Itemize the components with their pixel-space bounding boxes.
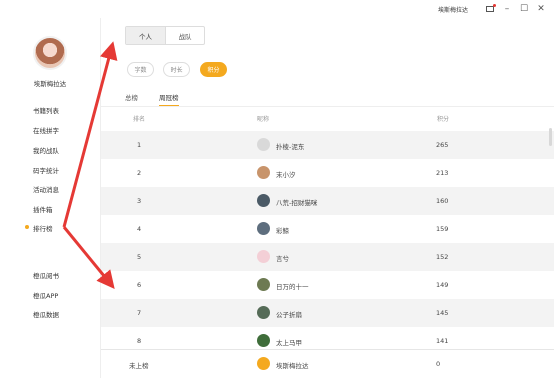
my-name: 埃斯梅拉达 [276, 362, 309, 370]
row-rank: 6 [137, 281, 142, 289]
row-name: 扑棱-泥东 [276, 143, 305, 151]
main-panel: 个人 战队 字数 时长 积分 总榜 周冠榜 排名 昵称 积分 1 扑棱-泥东 2… [100, 18, 554, 378]
row-score: 145 [436, 309, 449, 317]
row-name: 日万的十一 [276, 283, 309, 291]
row-score: 149 [436, 281, 449, 289]
table-row[interactable]: 1 扑棱-泥东 265 [101, 131, 554, 159]
subtab-weekly[interactable]: 周冠榜 [159, 92, 179, 107]
tab-team[interactable]: 战队 [165, 27, 204, 44]
subtab-total[interactable]: 总榜 [125, 92, 138, 102]
row-rank: 7 [137, 309, 142, 317]
minimize-icon[interactable]: – [500, 2, 514, 16]
sidebar: 埃斯梅拉达 书籍列表 在线拼字 我的战队 码字统计 活动消息 插件箱 排行榜 橙… [0, 18, 100, 378]
sidebar-item-word-stats[interactable]: 码字统计 [33, 165, 59, 175]
avatar[interactable] [257, 250, 270, 263]
row-name: 公子折扇 [276, 311, 302, 319]
avatar[interactable] [257, 222, 270, 235]
avatar[interactable] [257, 278, 270, 291]
title-bar: 埃斯梅拉达 – ☐ ✕ [0, 0, 554, 18]
row-name: 彩鲸 [276, 227, 289, 235]
sidebar-item-plugins[interactable]: 插件箱 [33, 204, 53, 214]
table-row[interactable]: 6 日万的十一 149 [101, 271, 554, 299]
my-rank: 未上榜 [129, 362, 149, 370]
row-name: 言兮 [276, 255, 289, 263]
avatar[interactable] [257, 306, 270, 319]
filter-words[interactable]: 字数 [127, 62, 154, 77]
row-score: 159 [436, 225, 449, 233]
mail-icon[interactable] [483, 2, 497, 16]
row-rank: 5 [137, 253, 142, 261]
row-rank: 1 [137, 141, 142, 149]
my-rank-row: 未上榜 埃斯梅拉达 0 [101, 349, 554, 378]
row-score: 160 [436, 197, 449, 205]
row-rank: 2 [137, 169, 142, 177]
my-score: 0 [436, 360, 441, 368]
row-rank: 3 [137, 197, 142, 205]
titlebar-username[interactable]: 埃斯梅拉达 [438, 5, 468, 14]
row-rank: 8 [137, 337, 142, 345]
table-row[interactable]: 2 末小汐 213 [101, 159, 554, 187]
sidebar-item-leaderboard[interactable]: 排行榜 [25, 223, 53, 233]
row-rank: 4 [137, 225, 142, 233]
close-icon[interactable]: ✕ [534, 2, 548, 16]
header-nickname: 昵称 [257, 116, 270, 123]
avatar[interactable] [257, 166, 270, 179]
scrollbar[interactable] [549, 128, 552, 146]
row-name: 八荒-招财猫咪 [276, 199, 318, 207]
row-score: 265 [436, 141, 449, 149]
row-name: 末小汐 [276, 171, 296, 179]
row-name: 太上马甲 [276, 339, 302, 347]
maximize-icon[interactable]: ☐ [517, 2, 531, 16]
table-row[interactable]: 7 公子折扇 145 [101, 299, 554, 327]
row-score: 152 [436, 253, 449, 261]
sidebar-link-reader[interactable]: 橙瓜阅书 [33, 270, 59, 280]
sidebar-username: 埃斯梅拉达 [33, 80, 67, 88]
filter-duration[interactable]: 时长 [163, 62, 190, 77]
row-score: 141 [436, 337, 449, 345]
avatar[interactable] [257, 194, 270, 207]
avatar[interactable] [257, 138, 270, 151]
filter-points[interactable]: 积分 [200, 62, 227, 77]
table-header: 排名 昵称 积分 [101, 109, 554, 127]
row-score: 213 [436, 169, 449, 177]
header-rank: 排名 [133, 116, 146, 123]
subtab-divider [101, 106, 554, 107]
sidebar-link-app[interactable]: 橙瓜APP [33, 290, 58, 300]
table-row[interactable]: 5 言兮 152 [101, 243, 554, 271]
sidebar-item-my-team[interactable]: 我的战队 [33, 145, 59, 155]
table-row[interactable]: 3 八荒-招财猫咪 160 [101, 187, 554, 215]
sidebar-item-activity[interactable]: 活动消息 [33, 184, 59, 194]
sidebar-item-online-typing[interactable]: 在线拼字 [33, 125, 59, 135]
avatar[interactable] [257, 357, 270, 370]
sidebar-item-book-list[interactable]: 书籍列表 [33, 105, 59, 115]
header-score: 积分 [437, 116, 450, 123]
scope-toggle: 个人 战队 [125, 26, 205, 45]
avatar[interactable] [257, 334, 270, 347]
tab-personal[interactable]: 个人 [126, 27, 165, 44]
sidebar-link-data[interactable]: 橙瓜数据 [33, 309, 59, 319]
avatar[interactable] [33, 36, 67, 70]
table-row[interactable]: 4 彩鲸 159 [101, 215, 554, 243]
